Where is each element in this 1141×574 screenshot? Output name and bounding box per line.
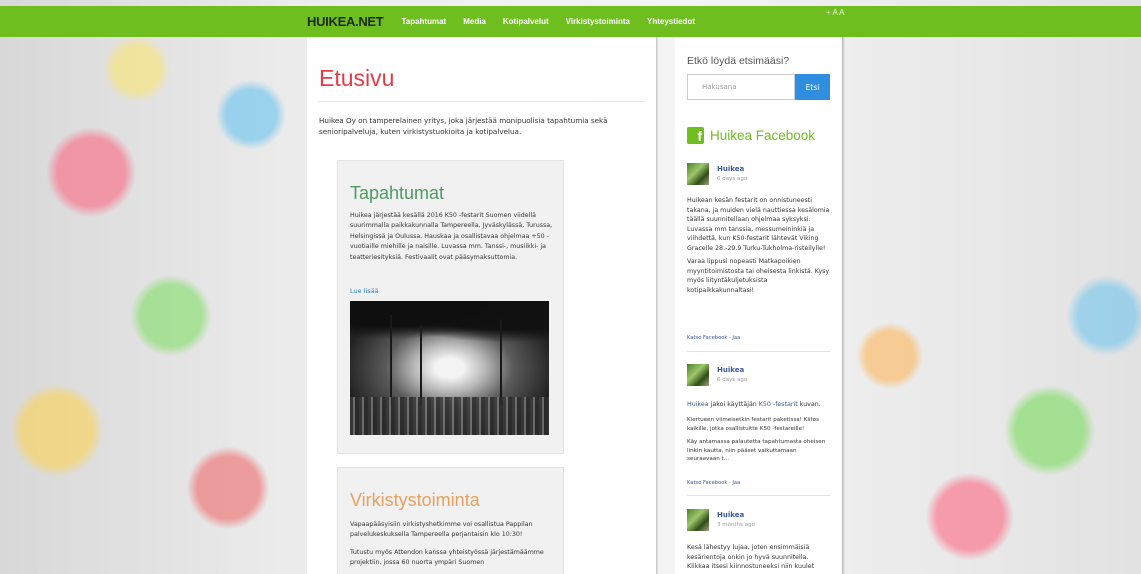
title-divider (319, 101, 644, 102)
share-text: kuvan. (797, 401, 821, 408)
search-input[interactable] (687, 74, 795, 100)
post-actions: Katso Facebook · Jaa (687, 480, 740, 486)
photo-crowd (350, 397, 549, 435)
card-tapahtumat: Tapahtumat Huikea järjestää kesällä 2016… (337, 160, 564, 454)
read-more-link[interactable]: Lue lisää (350, 287, 379, 295)
card-body: Tutustu myös Attendon kanssa yhteistyöss… (350, 549, 544, 567)
nav-item-virkistystoiminta[interactable]: Virkistystoiminta (566, 17, 630, 26)
page-title: Etusivu (319, 65, 395, 91)
photo-tree-trunk (390, 315, 392, 405)
site-logo[interactable]: HUIKEA.NET (307, 14, 384, 29)
share-author-link[interactable]: Huikea (687, 401, 709, 408)
main-content: Etusivu Huikea Oy on tamperelainen yrity… (307, 37, 659, 574)
post-author[interactable]: Huikea (717, 165, 744, 173)
column-shadow (842, 37, 845, 574)
card-body: Vapaapääsyisiin virkistyshetkimme voi os… (350, 521, 533, 539)
card-title: Virkistystoiminta (350, 490, 480, 510)
post-actions: Katso Facebook · Jaa (687, 335, 740, 341)
post-actions-link[interactable]: Katso Facebook · Jaa (687, 480, 740, 486)
photo-tree-trunk (500, 320, 502, 405)
festival-crowd-photo (350, 301, 549, 435)
post-time: 3 months ago (717, 522, 755, 528)
post-text: Kiertueen viimeisetkin festarit paketiss… (687, 417, 819, 432)
card-virkistystoiminta: Virkistystoiminta Vapaapääsyisiin virkis… (337, 467, 564, 574)
search-heading: Etkö löydä etsimääsi? (687, 55, 790, 67)
facebook-icon: f (687, 127, 704, 144)
photo-tree-canopy (350, 301, 549, 346)
nav-item-media[interactable]: Media (463, 17, 486, 26)
post-actions-link[interactable]: Katso Facebook · Jaa (687, 335, 740, 341)
post-text: Huikean kesän festarit on onnistuneesti … (687, 197, 830, 252)
post-divider (687, 495, 831, 496)
card-body: Huikea järjestää kesällä 2016 K50 -festa… (350, 212, 553, 261)
post-text: Varaa lippusi nopeasti Matkapoikien myyn… (687, 258, 830, 294)
post-divider (687, 351, 831, 352)
column-shadow (656, 37, 659, 574)
post-time: 6 days ago (717, 176, 748, 182)
sidebar: Etkö löydä etsimääsi? Etsi f Huikea Face… (675, 37, 842, 574)
facebook-heading: f Huikea Facebook (687, 127, 815, 144)
post-time: 6 days ago (717, 377, 748, 383)
avatar[interactable] (687, 364, 709, 386)
share-text: jakoi käyttäjän (708, 401, 759, 408)
card-title: Tapahtumat (350, 183, 445, 203)
nav-item-tapahtumat[interactable]: Tapahtumat (401, 17, 446, 26)
post-author[interactable]: Huikea (717, 366, 744, 374)
photo-tree-trunk (420, 325, 422, 405)
post-text: Käy antamassa palautetta tapahtumasta oh… (687, 439, 826, 463)
avatar[interactable] (687, 509, 709, 531)
post-author[interactable]: Huikea (717, 511, 744, 519)
post-text: Kesä lähestyy lujaa, joten ensimmäisiä k… (687, 544, 815, 571)
font-size-controls[interactable]: + A A (826, 8, 844, 17)
main-nav: HUIKEA.NET Tapahtumat Media Kotipalvelut… (307, 6, 712, 37)
share-page-link[interactable]: K50 -festarit (759, 401, 798, 408)
search-button[interactable]: Etsi (795, 74, 830, 100)
nav-item-yhteystiedot[interactable]: Yhteystiedot (647, 17, 695, 26)
nav-item-kotipalvelut[interactable]: Kotipalvelut (503, 17, 549, 26)
avatar[interactable] (687, 163, 709, 185)
intro-text: Huikea Oy on tamperelainen yritys, joka … (319, 116, 608, 136)
post-share-line: Huikea jakoi käyttäjän K50 -festarit kuv… (687, 400, 831, 410)
facebook-title: Huikea Facebook (710, 128, 816, 143)
top-navigation-bar: HUIKEA.NET Tapahtumat Media Kotipalvelut… (0, 6, 1141, 37)
